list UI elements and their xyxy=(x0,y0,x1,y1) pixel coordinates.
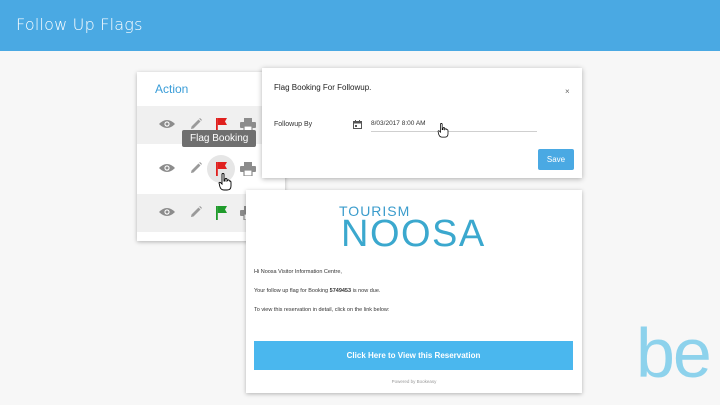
view-eye-icon[interactable] xyxy=(159,119,175,129)
save-button[interactable]: Save xyxy=(538,149,574,170)
email-preview: TOURISM NOOSA Hi Noosa Visitor Informati… xyxy=(246,190,582,393)
followup-date-input[interactable]: 8/03/2017 8:00 AM xyxy=(371,118,537,132)
followup-by-label: Followup By xyxy=(274,121,313,128)
due-line-prefix: Your follow up flag for Booking xyxy=(254,288,329,294)
edit-pencil-icon[interactable] xyxy=(189,205,203,219)
email-due-line: Your follow up flag for Booking 5749453 … xyxy=(254,288,380,294)
flag-booking-tooltip: Flag Booking xyxy=(182,130,257,147)
close-icon[interactable]: × xyxy=(565,87,570,96)
booking-number: 5749453 xyxy=(329,288,352,294)
action-column-header: Action xyxy=(155,82,189,96)
hand-cursor-icon xyxy=(218,173,232,191)
bookeasy-be-logo: be xyxy=(636,314,712,392)
powered-by-text: Powered by Bookeasy xyxy=(391,379,437,384)
flag-booking-dialog: Flag Booking For Followup. × Followup By… xyxy=(262,68,582,178)
email-details-line: To view this reservation in detail, clic… xyxy=(254,307,390,313)
page-title: Follow Up Flags xyxy=(16,15,143,34)
noosa-logo-text: NOOSA xyxy=(341,213,486,255)
due-line-suffix: is now due. xyxy=(352,288,381,294)
flag-icon[interactable] xyxy=(215,205,228,220)
email-greeting: Hi Noosa Visitor Information Centre, xyxy=(254,269,342,275)
title-bar: Follow Up Flags xyxy=(0,0,720,51)
edit-pencil-icon[interactable] xyxy=(189,117,203,131)
view-eye-icon[interactable] xyxy=(159,163,175,173)
dialog-title: Flag Booking For Followup. xyxy=(274,83,372,92)
view-eye-icon[interactable] xyxy=(159,207,175,217)
calendar-icon[interactable] xyxy=(353,120,362,129)
hand-cursor-icon xyxy=(437,123,449,138)
edit-pencil-icon[interactable] xyxy=(189,161,203,175)
print-icon[interactable] xyxy=(240,162,256,176)
view-reservation-button[interactable]: Click Here to View this Reservation xyxy=(254,341,573,370)
